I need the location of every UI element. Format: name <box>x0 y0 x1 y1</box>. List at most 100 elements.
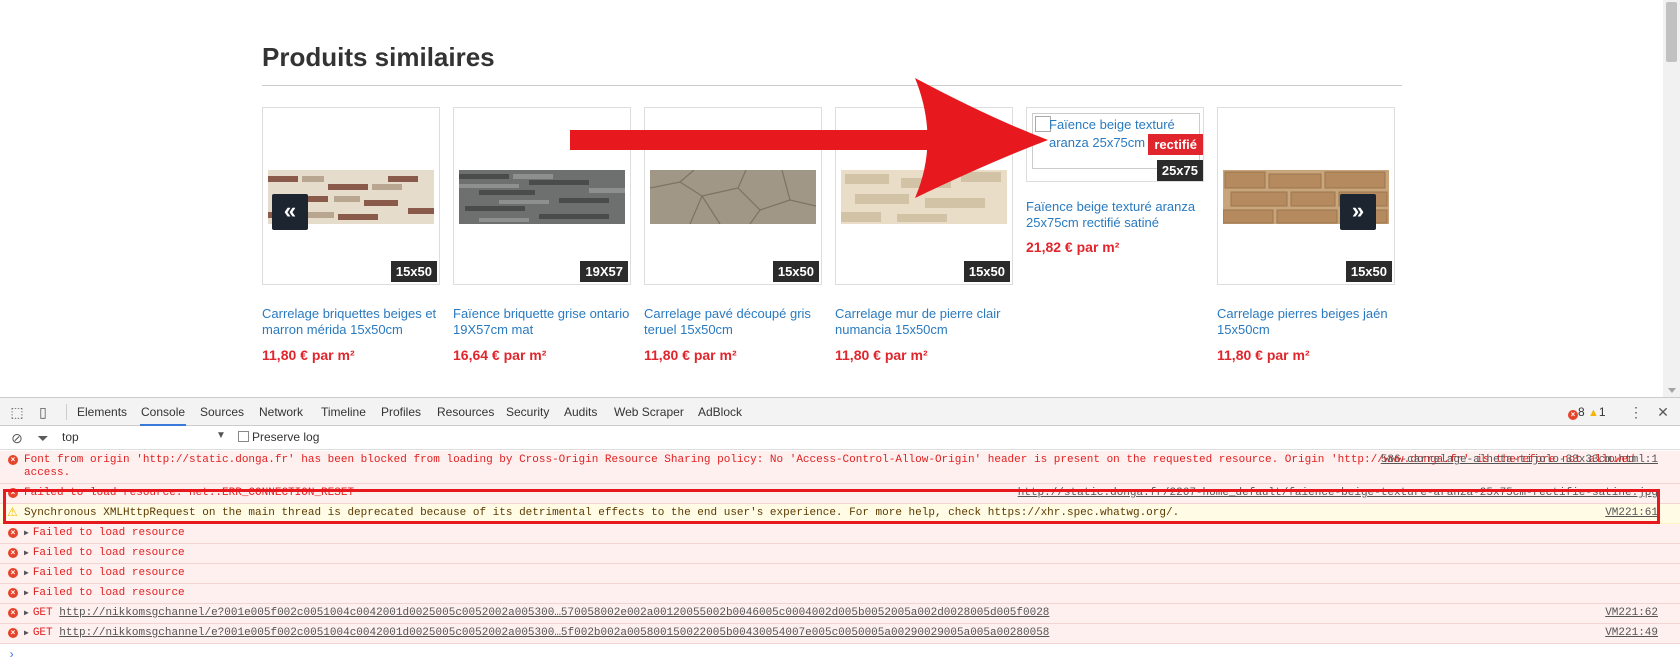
tile-image-briquette-grise <box>459 170 625 224</box>
message-text: Failed to load resource <box>32 587 185 599</box>
issue-counts[interactable]: × 8 ▲1 <box>1568 398 1606 426</box>
product-price: 11,80 € par m² <box>644 347 737 363</box>
console-filter-bar: ⊘ ⏷ top ▼ Preserve log <box>0 426 1680 450</box>
warning-count-icon: ▲ <box>1588 407 1599 419</box>
error-icon: × <box>8 588 18 598</box>
expand-triangle-icon[interactable]: ▶ <box>24 607 29 620</box>
tab-console[interactable]: Console <box>140 398 187 426</box>
close-devtools-icon[interactable]: ✕ <box>1654 403 1672 421</box>
preserve-log-label: Preserve log <box>252 430 320 444</box>
tab-web-scraper[interactable]: Web Scraper <box>613 398 685 426</box>
console-error-message[interactable]: × ▶ GET http://nikkomsgchannel/e?001e005f… <box>0 624 1680 644</box>
tab-profiles[interactable]: Profiles <box>380 398 422 426</box>
tile-image-pierre-clair <box>841 170 1007 224</box>
product-price: 11,80 € par m² <box>1217 347 1310 363</box>
error-count: 8 <box>1578 405 1585 419</box>
product-card-broken-image[interactable]: Faïence beige texturé aranza 25x75cm sat… <box>1026 107 1204 255</box>
carousel-next-button[interactable]: » <box>1340 194 1376 230</box>
product-card[interactable]: 15x50 Carrelage briquettes beiges et mar… <box>262 107 440 363</box>
size-badge: 19X57 <box>580 261 628 282</box>
product-thumbnail[interactable]: 15x50 <box>835 107 1013 285</box>
carousel-prev-button[interactable]: « <box>272 194 308 230</box>
product-card[interactable]: 15x50 Carrelage mur de pierre clair numa… <box>835 107 1013 363</box>
expand-triangle-icon[interactable]: ▶ <box>24 567 29 580</box>
expand-triangle-icon[interactable]: ▶ <box>24 527 29 540</box>
tab-resources[interactable]: Resources <box>436 398 495 426</box>
context-dropdown-icon[interactable]: ▼ <box>216 430 226 441</box>
console-warning-message[interactable]: ⚠ Synchronous XMLHttpRequest on the main… <box>0 504 1680 524</box>
product-price: 11,80 € par m² <box>835 347 928 363</box>
message-source-link[interactable]: 586-carrelage-alheta-tijolo-33x33cm.html… <box>1381 454 1658 467</box>
message-source-link[interactable]: http://static.donga.fr/2267-home_default… <box>1018 487 1658 500</box>
page: Produits similaires 15x50 Carrelage briq… <box>0 0 1680 668</box>
tab-sources[interactable]: Sources <box>199 398 245 426</box>
product-thumbnail-broken[interactable]: Faïence beige texturé aranza 25x75cm sat… <box>1026 107 1204 182</box>
section-title: Produits similaires <box>262 42 495 72</box>
request-method: GET <box>32 627 53 639</box>
error-icon: × <box>8 548 18 558</box>
console-error-message[interactable]: × ▶ GET http://nikkomsgchannel/e?001e005f… <box>0 604 1680 624</box>
product-name-link[interactable]: Faïence beige texturé aranza 25x75cm rec… <box>1026 199 1204 231</box>
request-method: GET <box>32 607 53 619</box>
console-error-message[interactable]: × Font from origin 'http://static.donga.… <box>0 451 1680 484</box>
product-price: 16,64 € par m² <box>453 347 547 363</box>
error-icon: × <box>8 488 18 498</box>
product-price: 21,82 € par m² <box>1026 239 1120 255</box>
error-icon: × <box>8 628 18 638</box>
page-scrollbar[interactable] <box>1663 0 1680 397</box>
product-name-link[interactable]: Faïence briquette grise ontario 19X57cm … <box>453 306 631 338</box>
request-url-link[interactable]: http://nikkomsgchannel/e?001e005f002c005… <box>59 627 1049 639</box>
expand-triangle-icon[interactable]: ▶ <box>24 627 29 640</box>
console-error-message[interactable]: × ▶ Failed to load resource <box>0 564 1680 584</box>
tab-timeline[interactable]: Timeline <box>320 398 367 426</box>
product-card[interactable]: 15x50 Carrelage pierres beiges jaén 15x5… <box>1217 107 1395 363</box>
scrollbar-thumb[interactable] <box>1666 2 1677 62</box>
filter-icon[interactable]: ⏷ <box>34 429 52 447</box>
tab-audits[interactable]: Audits <box>563 398 598 426</box>
product-name-link[interactable]: Carrelage mur de pierre clair numancia 1… <box>835 306 1013 338</box>
product-card[interactable]: 19X57 Faïence briquette grise ontario 19… <box>453 107 631 363</box>
message-text: Failed to load resource: net::ERR_CONNEC… <box>24 487 355 499</box>
error-icon: × <box>8 568 18 578</box>
message-source-link[interactable]: VM221:49 <box>1605 627 1658 640</box>
tab-adblock[interactable]: AdBlock <box>697 398 743 426</box>
message-source-link[interactable]: VM221:61 <box>1605 507 1658 520</box>
message-text: Synchronous XMLHttpRequest on the main t… <box>24 507 1180 519</box>
product-name-link[interactable]: Carrelage briquettes beiges et marron mé… <box>262 306 440 338</box>
clear-console-icon[interactable]: ⊘ <box>8 429 26 447</box>
scroll-down-arrow-icon[interactable] <box>1668 388 1676 393</box>
inspect-element-icon[interactable]: ⬚ <box>8 403 26 421</box>
console-error-message[interactable]: × ▶ Failed to load resource <box>0 584 1680 604</box>
checkbox-icon[interactable] <box>238 431 249 442</box>
product-name-link[interactable]: Carrelage pierres beiges jaén 15x50cm <box>1217 306 1395 338</box>
tile-image-pave-gris <box>650 170 816 224</box>
console-prompt[interactable]: › <box>8 648 15 662</box>
device-mode-icon[interactable]: ▯ <box>34 403 52 421</box>
product-name-link[interactable]: Carrelage pavé découpé gris teruel 15x50… <box>644 306 822 338</box>
tab-elements[interactable]: Elements <box>76 398 128 426</box>
expand-triangle-icon[interactable]: ▶ <box>24 587 29 600</box>
error-icon: × <box>8 608 18 618</box>
warning-icon: ⚠ <box>7 505 18 519</box>
message-text: Failed to load resource <box>32 547 185 559</box>
tab-network[interactable]: Network <box>258 398 304 426</box>
devtools-panel: ⬚ ▯ Elements Console Sources Network Tim… <box>0 397 1680 668</box>
product-card[interactable]: 15x50 Carrelage pavé découpé gris teruel… <box>644 107 822 363</box>
more-options-icon[interactable]: ⋮ <box>1627 403 1645 421</box>
console-error-message[interactable]: × ▶ Failed to load resource <box>0 524 1680 544</box>
console-error-message[interactable]: × Failed to load resource: net::ERR_CONN… <box>0 484 1680 504</box>
tab-security[interactable]: Security <box>505 398 550 426</box>
product-thumbnail[interactable]: 15x50 <box>644 107 822 285</box>
message-source-link[interactable]: VM221:62 <box>1605 607 1658 620</box>
console-error-message[interactable]: × ▶ Failed to load resource <box>0 544 1680 564</box>
console-messages: × Font from origin 'http://static.donga.… <box>0 451 1680 644</box>
request-url-link[interactable]: http://nikkomsgchannel/e?001e005f002c005… <box>59 607 1049 619</box>
size-badge: 15x50 <box>963 261 1010 282</box>
devtools-tabbar: ⬚ ▯ Elements Console Sources Network Tim… <box>0 398 1680 426</box>
expand-triangle-icon[interactable]: ▶ <box>24 547 29 560</box>
warning-count: 1 <box>1598 405 1606 419</box>
toolbar-divider <box>66 404 67 420</box>
preserve-log-checkbox[interactable]: Preserve log <box>238 430 319 444</box>
product-thumbnail[interactable]: 19X57 <box>453 107 631 285</box>
context-select[interactable]: top <box>62 430 79 444</box>
